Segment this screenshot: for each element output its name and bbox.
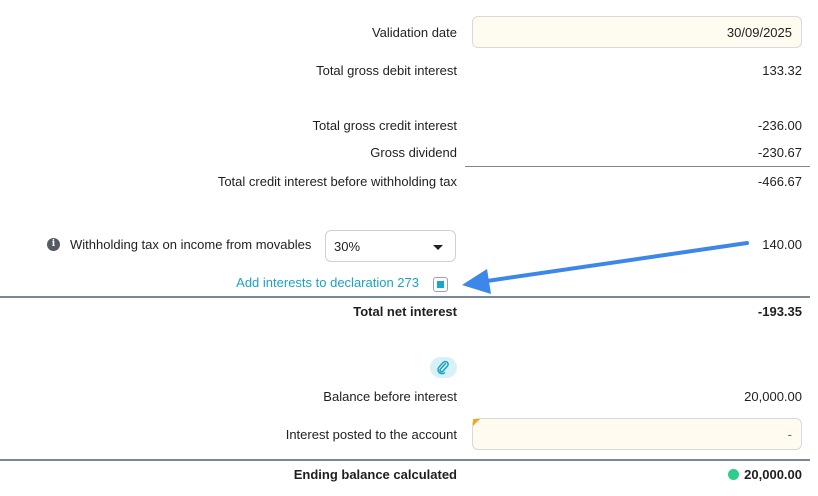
ending-balance-value: 20,000.00 [744, 467, 802, 482]
ending-balance-divider [0, 459, 810, 461]
net-interest-divider [0, 296, 810, 298]
edited-marker-icon [473, 419, 480, 426]
total-net-interest-label: Total net interest [353, 304, 457, 319]
status-dot-icon [728, 469, 740, 480]
ending-balance-label: Ending balance calculated [293, 467, 457, 482]
interest-posted-label: Interest posted to the account [285, 427, 457, 442]
attachment-button[interactable] [430, 357, 457, 378]
balance-before-interest-label: Balance before interest [323, 389, 457, 404]
interest-posted-input[interactable]: - [472, 418, 802, 450]
interest-posted-value: - [787, 427, 792, 442]
balance-before-interest-value: 20,000.00 [744, 389, 802, 404]
ending-balance-value-wrap: 20,000.00 [728, 467, 802, 482]
total-net-interest-value: -193.35 [757, 304, 802, 319]
paperclip-icon [437, 360, 449, 375]
